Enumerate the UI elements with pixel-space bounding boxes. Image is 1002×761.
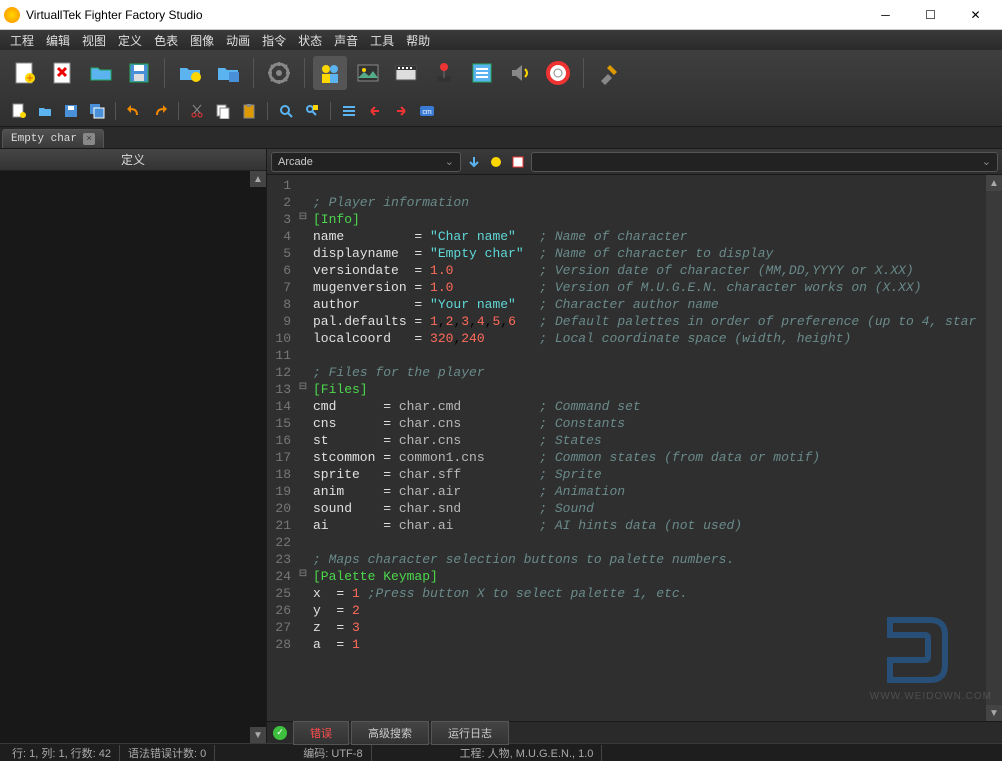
file-tab[interactable]: Empty char × [2, 129, 104, 148]
menu-tools[interactable]: 工具 [364, 30, 400, 51]
menu-sound[interactable]: 声音 [328, 30, 364, 51]
open-folder-icon[interactable] [84, 56, 118, 90]
characters-icon[interactable] [313, 56, 347, 90]
tab-close-icon[interactable]: × [83, 133, 95, 145]
saveall-small-icon[interactable] [86, 100, 108, 122]
scroll-down-icon[interactable]: ▼ [250, 727, 266, 743]
fold-gutter[interactable]: ⊟⊟⊟ [297, 175, 309, 721]
edit-box-icon[interactable] [509, 153, 527, 171]
side-panel: 定义 ▲ ▼ [0, 149, 267, 743]
copy-icon[interactable] [212, 100, 234, 122]
section-combo-value: Arcade [278, 156, 313, 168]
bottom-tabs: ✓ 错误 高级搜索 运行日志 [267, 721, 1002, 743]
close-button[interactable]: ✕ [953, 1, 998, 29]
secondary-combo[interactable]: ⌄ [531, 152, 998, 172]
menu-project[interactable]: 工程 [4, 30, 40, 51]
menu-help[interactable]: 帮助 [400, 30, 436, 51]
arrow-left-icon[interactable] [364, 100, 386, 122]
scroll-down-icon[interactable]: ▼ [986, 705, 1002, 721]
toolbar-separator [253, 58, 254, 88]
file-tab-label: Empty char [11, 133, 77, 145]
new-file-icon[interactable] [8, 56, 42, 90]
menu-command[interactable]: 指令 [256, 30, 292, 51]
arrow-down-icon[interactable] [465, 153, 483, 171]
status-encoding: 编码: UTF-8 [295, 745, 371, 761]
window-title: VirtuallTek Fighter Factory Studio [26, 8, 863, 22]
maximize-button[interactable]: ☐ [908, 1, 953, 29]
menu-edit[interactable]: 编辑 [40, 30, 76, 51]
side-panel-content: ▲ ▼ [0, 171, 266, 743]
code-editor[interactable]: 1234567891011121314151617181920212223242… [267, 175, 1002, 721]
side-panel-header: 定义 [0, 149, 266, 171]
toolbar-separator [178, 102, 179, 120]
menu-view[interactable]: 视图 [76, 30, 112, 51]
bottom-tab-advsearch[interactable]: 高级搜索 [351, 721, 429, 745]
toolbar-separator [164, 58, 165, 88]
file-tabbar: Empty char × [0, 127, 1002, 149]
scroll-up-icon[interactable]: ▲ [986, 175, 1002, 191]
replace-icon[interactable] [301, 100, 323, 122]
status-position: 行: 1, 列: 1, 行数: 42 [4, 745, 120, 761]
new-small-icon[interactable] [8, 100, 30, 122]
menu-image[interactable]: 图像 [184, 30, 220, 51]
status-ok-icon[interactable]: ✓ [273, 726, 287, 740]
joystick-icon[interactable] [427, 56, 461, 90]
delete-file-icon[interactable] [46, 56, 80, 90]
chevron-down-icon: ⌄ [982, 155, 991, 168]
code-area[interactable]: ; Player information[Info]name = "Char n… [309, 175, 1002, 721]
star-new-icon[interactable] [487, 153, 505, 171]
sound-icon[interactable] [503, 56, 537, 90]
bottom-tab-errors[interactable]: 错误 [293, 721, 349, 745]
folder-save-icon[interactable] [211, 56, 245, 90]
toolbar-separator [583, 58, 584, 88]
titlebar: VirtuallTek Fighter Factory Studio ─ ☐ ✕ [0, 0, 1002, 30]
svg-text:cm: cm [422, 109, 432, 116]
open-small-icon[interactable] [34, 100, 56, 122]
line-gutter: 1234567891011121314151617181920212223242… [267, 175, 297, 721]
film-icon[interactable] [389, 56, 423, 90]
minimize-button[interactable]: ─ [863, 1, 908, 29]
bottom-tab-log[interactable]: 运行日志 [431, 721, 509, 745]
toolbar-separator [267, 102, 268, 120]
redo-icon[interactable] [149, 100, 171, 122]
menu-palette[interactable]: 色表 [148, 30, 184, 51]
toolbar-separator [330, 102, 331, 120]
menu-define[interactable]: 定义 [112, 30, 148, 51]
chevron-down-icon: ⌄ [445, 155, 454, 168]
toolbar-separator [115, 102, 116, 120]
toolbar-area: cm [0, 50, 1002, 127]
section-combo[interactable]: Arcade ⌄ [271, 152, 461, 172]
editor-scrollbar[interactable]: ▲ ▼ [986, 175, 1002, 721]
menu-anim[interactable]: 动画 [220, 30, 256, 51]
arrow-right-icon[interactable] [390, 100, 412, 122]
folder-add-icon[interactable] [173, 56, 207, 90]
menubar: 工程 编辑 视图 定义 色表 图像 动画 指令 状态 声音 工具 帮助 [0, 30, 1002, 50]
toolbar-row-2: cm [0, 96, 1002, 126]
tools-icon[interactable] [592, 56, 626, 90]
image-icon[interactable] [351, 56, 385, 90]
save-icon[interactable] [122, 56, 156, 90]
cut-icon[interactable] [186, 100, 208, 122]
editor-panel: Arcade ⌄ ⌄ 12345678910111213141516171819… [267, 149, 1002, 743]
indent-icon[interactable] [338, 100, 360, 122]
editor-toolbar: Arcade ⌄ ⌄ [267, 149, 1002, 175]
undo-icon[interactable] [123, 100, 145, 122]
lifebuoy-icon[interactable] [541, 56, 575, 90]
cm-icon[interactable]: cm [416, 100, 438, 122]
toolbar-separator [304, 58, 305, 88]
toolbar-row-1 [0, 50, 1002, 96]
menu-state[interactable]: 状态 [292, 30, 328, 51]
list-icon[interactable] [465, 56, 499, 90]
search-icon[interactable] [275, 100, 297, 122]
app-icon [4, 7, 20, 23]
settings-icon[interactable] [262, 56, 296, 90]
scroll-up-icon[interactable]: ▲ [250, 171, 266, 187]
main-area: 定义 ▲ ▼ Arcade ⌄ ⌄ 1234567891011121314151… [0, 149, 1002, 743]
status-syntax-errors: 语法错误计数: 0 [120, 745, 215, 761]
statusbar: 行: 1, 列: 1, 行数: 42 语法错误计数: 0 编码: UTF-8 工… [0, 743, 1002, 761]
save-small-icon[interactable] [60, 100, 82, 122]
status-project: 工程: 人物, M.U.G.E.N., 1.0 [452, 745, 603, 761]
paste-icon[interactable] [238, 100, 260, 122]
